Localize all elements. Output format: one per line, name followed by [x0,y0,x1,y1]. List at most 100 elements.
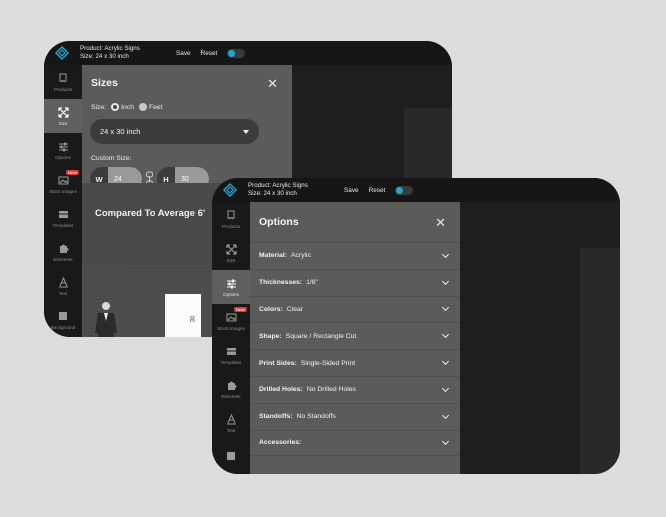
sidebar: Products Size Options New! Stock Images … [44,65,82,337]
sidebar-item-label: Background [50,324,76,330]
new-badge: New! [66,170,80,175]
top-bar: Product: Acrylic Signs Size: 24 x 30 inc… [44,41,452,65]
chevron-down-icon [441,304,450,312]
save-button[interactable]: Save [176,50,191,57]
sidebar-item-background[interactable] [212,440,250,474]
sidebar-item-label: Templates [220,359,242,365]
option-material[interactable]: Material: Acrylic [250,242,460,269]
option-name: Material: [259,252,287,260]
sidebar-item-label: Products [221,223,241,229]
theme-toggle[interactable] [395,185,414,195]
chevron-down-icon [441,250,450,258]
sidebar-item-label: Text [226,427,236,433]
products-icon [226,210,237,221]
resize-icon [225,243,237,255]
sidebar-item-label: Templates [52,222,74,228]
sign-height-label: 30 [190,315,197,323]
product-name: Product: Acrylic Signs [80,45,140,52]
sidebar-item-label: Stock Images [217,325,245,331]
logo-icon[interactable] [44,41,80,65]
option-shape[interactable]: Shape: Square / Rectangle Cut [250,322,460,349]
options-panel: Options ✕ Material: Acrylic Thicknesses: 1… [250,202,460,474]
option-accessories[interactable]: Accessories: [250,429,460,457]
options-screen: Product: Acrylic Signs Size: 24 x 30 inc… [212,178,620,474]
sidebar-item-elements[interactable]: Elements [212,372,250,406]
size-label: Size: [91,103,107,111]
product-info: Product: Acrylic Signs Size: 24 x 30 inc… [248,182,344,198]
sidebar-item-stock-images[interactable]: New! Stock Images [44,167,82,201]
inch-label: Inch [121,103,134,111]
sidebar-item-templates[interactable]: Templates [212,338,250,372]
unit-selector: Size: Inch Feet [82,103,292,111]
background-icon [58,311,69,322]
size-dropdown[interactable]: 24 x 30 inch [90,119,259,144]
sliders-icon [58,141,69,152]
option-value: Square / Rectangle Cut [285,332,357,340]
sidebar-item-text[interactable]: Text [212,406,250,440]
sidebar-item-label: Stock Images [49,188,77,194]
option-value: Single-Sided Print [300,359,356,367]
close-icon[interactable]: ✕ [435,216,446,229]
sidebar-item-elements[interactable]: Elements [44,235,82,269]
chevron-down-icon [441,277,450,285]
products-icon [58,73,69,84]
sidebar-item-label: Options [223,291,239,297]
sidebar-item-label: Products [53,86,73,92]
selected-size: 24 x 30 inch [100,127,141,136]
option-value: 1/8" [306,279,318,287]
sidebar-item-options[interactable]: Options [44,133,82,167]
caret-down-icon [243,129,249,134]
sidebar-item-label: Size [226,257,236,263]
product-size: Size: 24 x 30 inch [248,190,297,197]
sign-preview: 30 [165,294,201,337]
theme-toggle[interactable] [227,48,246,58]
panel-title: Options [259,216,299,228]
feet-radio[interactable] [138,103,147,111]
sidebar-item-size[interactable]: Size [44,99,82,133]
panel-title: Sizes [91,77,118,89]
option-name: Colors: [259,305,283,313]
sidebar-item-products[interactable]: Products [44,65,82,99]
option-name: Shape: [259,332,282,340]
option-standoffs[interactable]: Standoffs: No Standoffs [250,402,460,430]
image-icon [58,175,69,186]
option-colors[interactable]: Colors: Clear [250,295,460,323]
inch-radio[interactable] [111,103,120,111]
sidebar-item-products[interactable]: Products [212,202,250,236]
chevron-down-icon [441,411,450,419]
sidebar-item-text[interactable]: Text [44,269,82,303]
new-badge: New! [234,307,248,312]
person-silhouette [95,302,117,337]
reset-button[interactable]: Reset [369,187,386,194]
sidebar-item-label: Text [58,290,68,296]
chevron-down-icon [441,384,450,392]
logo-icon[interactable] [212,178,248,202]
sidebar-item-templates[interactable]: Templates [44,201,82,235]
sidebar-item-background[interactable]: Background [44,303,82,337]
option-thicknesses[interactable]: Thicknesses: 1/8" [250,268,460,296]
option-value: Acrylic [290,252,311,260]
product-size: Size: 24 x 30 inch [80,53,129,60]
chevron-down-icon [441,358,450,366]
option-value: No Drilled Holes [306,386,356,394]
text-icon [58,276,69,288]
design-canvas[interactable] [460,202,620,474]
option-value: No Standoffs [296,413,336,421]
canvas-area [580,248,620,474]
save-button[interactable]: Save [344,187,359,194]
sidebar-item-options[interactable]: Options [212,270,250,304]
sidebar-item-stock-images[interactable]: New! Stock Images [212,304,250,338]
sidebar: Products Size Options New! Stock Images … [212,202,250,474]
option-print-sides[interactable]: Print Sides: Single-Sided Print [250,349,460,376]
sidebar-item-label: Options [55,154,71,160]
option-name: Thicknesses: [259,279,303,287]
resize-icon [57,106,69,118]
option-name: Accessories: [259,439,302,447]
product-info: Product: Acrylic Signs Size: 24 x 30 inc… [80,45,176,61]
reset-button[interactable]: Reset [201,50,218,57]
close-icon[interactable]: ✕ [267,77,278,90]
sidebar-item-size[interactable]: Size [212,236,250,270]
puzzle-icon [226,380,237,391]
chevron-down-icon [441,331,450,339]
option-drilled-holes[interactable]: Drilled Holes: No Drilled Holes [250,375,460,403]
